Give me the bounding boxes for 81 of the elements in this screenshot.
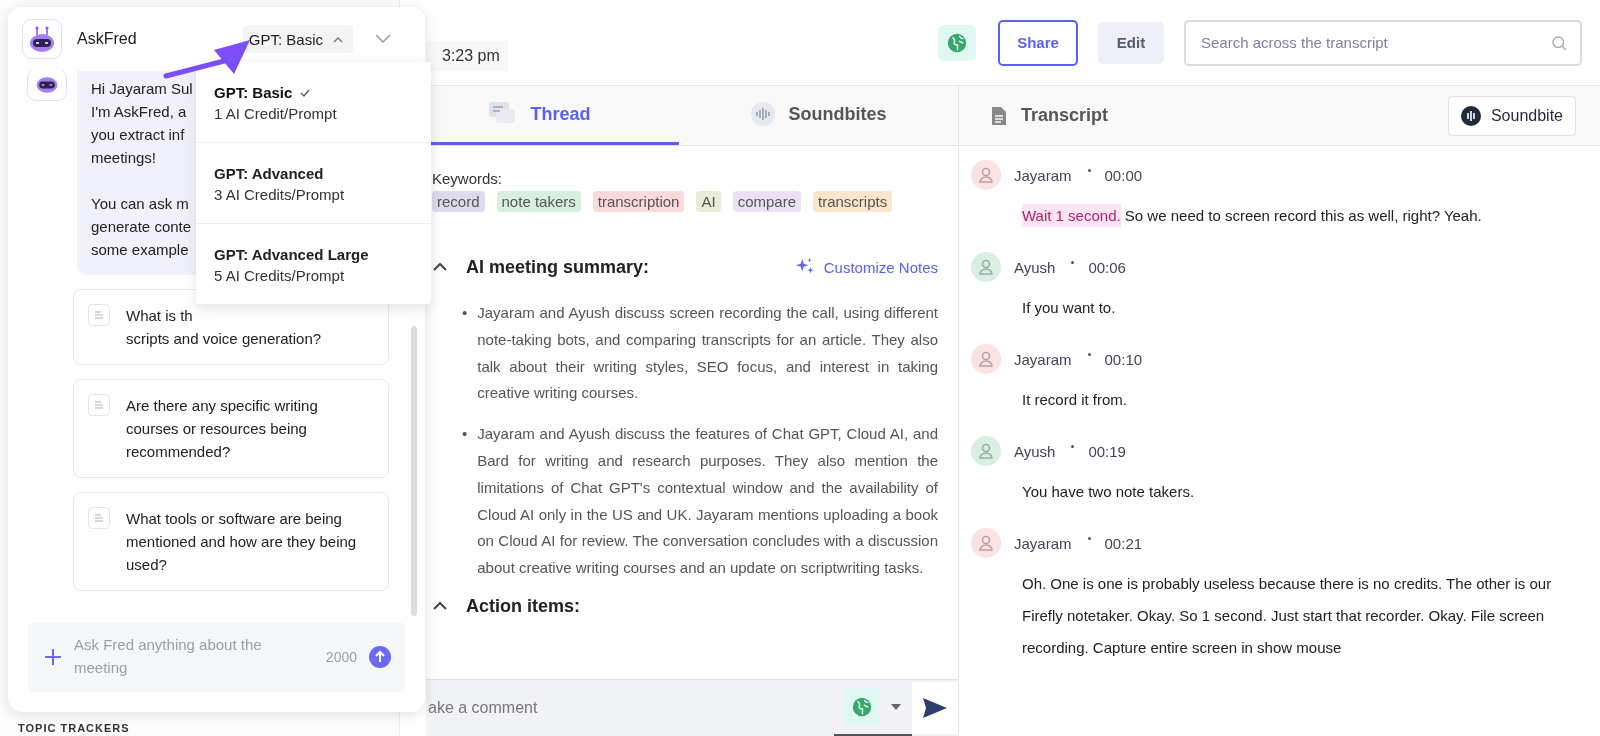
separator-dot	[1071, 260, 1075, 264]
panel-title: AskFred	[77, 30, 137, 48]
keyword-tag[interactable]: transcription	[592, 191, 685, 212]
timestamp[interactable]: 00:00	[1104, 166, 1143, 184]
meeting-time: 3:23 pm	[426, 40, 508, 71]
speaker-name: Ayush	[1014, 258, 1056, 276]
chevron-down-icon[interactable]	[375, 34, 391, 44]
message-field[interactable]: Ask Fred anything about the meeting	[74, 633, 314, 681]
document-icon	[88, 304, 110, 326]
message-text: some example	[91, 240, 189, 260]
transcript-title: Transcript	[1021, 105, 1109, 126]
customize-notes-link[interactable]: Customize Notes	[793, 256, 938, 278]
plus-icon[interactable]	[44, 648, 62, 666]
bullet-marker: •	[462, 424, 468, 445]
search-field[interactable]: Search across the transcript	[1184, 19, 1582, 66]
model-dropdown[interactable]: GPT: Basic	[242, 25, 353, 53]
globe-icon[interactable]	[844, 688, 880, 726]
transcript-text: You have two note takers.	[1022, 482, 1196, 502]
speaker-name: Jayaram	[1014, 166, 1072, 184]
document-icon	[991, 105, 1007, 126]
caret-up-icon	[333, 35, 343, 43]
speaker-name: Jayaram	[1014, 350, 1072, 368]
waveform-icon	[1460, 105, 1481, 126]
timestamp[interactable]: 00:10	[1104, 350, 1143, 368]
keyword-tag[interactable]: compare	[732, 191, 801, 212]
separator-dot	[1087, 352, 1091, 356]
bullet-marker: •	[462, 303, 468, 323]
model-option[interactable]: GPT: Advanced Large 5 AI Credits/Prompt	[196, 224, 431, 305]
message-text: you extract inf	[91, 125, 185, 145]
comment-bar[interactable]: ake a comment	[426, 679, 958, 736]
section-title: AI meeting summary:	[466, 256, 650, 278]
speaker-name: Jayaram	[1014, 534, 1072, 552]
transcript-text: If you want to.	[1022, 298, 1117, 318]
globe-icon	[946, 31, 968, 54]
share-button[interactable]: Share	[998, 19, 1078, 66]
scrollbar[interactable]	[411, 326, 417, 616]
message-text: I'm AskFred, a	[91, 102, 187, 122]
character-count: 2000	[325, 649, 357, 665]
send-icon	[922, 697, 948, 719]
summary-bullet: Jayaram and Ayush discuss the features of Chat GPT, Cloud AI, and Bard for writing and research purposes. They also mention the limitations of Chat GPT's contextual window and the availability of Cloud AI only in the US and UK. Jayaram mentions uploading a book on Cloud AI for review. The conversation concludes with a discussion about creative writing courses and an update on scriptwriting tasks.	[477, 424, 938, 579]
document-icon	[88, 507, 110, 529]
document-icon	[88, 394, 110, 416]
keyword-tag[interactable]: transcripts	[813, 191, 893, 212]
separator-dot	[1071, 444, 1075, 448]
keywords-label: Keywords:	[432, 170, 504, 187]
message-text: Hi Jayaram Sul	[91, 79, 193, 99]
message-text: generate conte	[91, 217, 192, 237]
message-text: You can ask m	[91, 194, 189, 214]
section-heading: TOPIC TRACKERS	[18, 722, 131, 734]
summary-bullet: Jayaram and Ayush discuss screen recording the call, using different note-taking bots, and comparing transcripts for an article. They also talk about their writing styles, SEO focus, and interest in taking creative writing courses.	[477, 303, 938, 404]
transcript-text: It record it from.	[1022, 390, 1129, 410]
tab[interactable]: Soundbites	[679, 86, 958, 145]
robot-icon	[22, 19, 62, 59]
chevron-icon[interactable]	[432, 262, 448, 272]
keyword-tag[interactable]: note takers	[496, 191, 581, 212]
keyword-tag[interactable]: record	[432, 191, 485, 212]
waveform-icon	[750, 102, 775, 126]
speaker-name: Ayush	[1014, 442, 1056, 460]
model-option[interactable]: GPT: Advanced 3 AI Credits/Prompt	[196, 143, 431, 224]
search-icon	[1550, 33, 1568, 52]
chevron-icon[interactable]	[432, 601, 448, 612]
separator-dot	[1087, 536, 1091, 540]
suggested-question[interactable]: What tools or software are being mentioned and how are they being used?	[73, 492, 389, 591]
check-icon	[300, 88, 311, 97]
soundbite-button[interactable]: Soundbite	[1447, 95, 1576, 136]
send-button[interactable]	[912, 682, 958, 734]
separator-dot	[1087, 168, 1091, 172]
model-option[interactable]: GPT: Basic 1 AI Credit/Prompt	[196, 62, 431, 143]
transcript-text: Wait 1 second. So we need to screen record this as well, right? Yeah.	[1022, 200, 1580, 232]
suggested-question[interactable]: Are there any specific writing courses or resources being recommended?	[73, 379, 389, 478]
globe-button[interactable]	[938, 24, 976, 61]
message-text: meetings!	[91, 148, 157, 168]
transcript-text: Oh. One is one is probably useless because there is no credits. The other is our Firefly notetaker. Okay. So 1 second. Just start that recorder. Okay. File screen recording. Capture entire screen in show mouse	[1022, 574, 1553, 658]
timestamp[interactable]: 00:21	[1104, 534, 1143, 552]
keyword-tag[interactable]: AI	[696, 191, 721, 212]
timestamp[interactable]: 00:06	[1088, 258, 1126, 276]
edit-button[interactable]: Edit	[1098, 21, 1164, 64]
caret-icon[interactable]	[890, 703, 902, 711]
comment-field[interactable]: ake a comment	[426, 679, 834, 736]
section-title: Action items:	[466, 595, 580, 617]
timestamp[interactable]: 00:19	[1088, 442, 1126, 460]
